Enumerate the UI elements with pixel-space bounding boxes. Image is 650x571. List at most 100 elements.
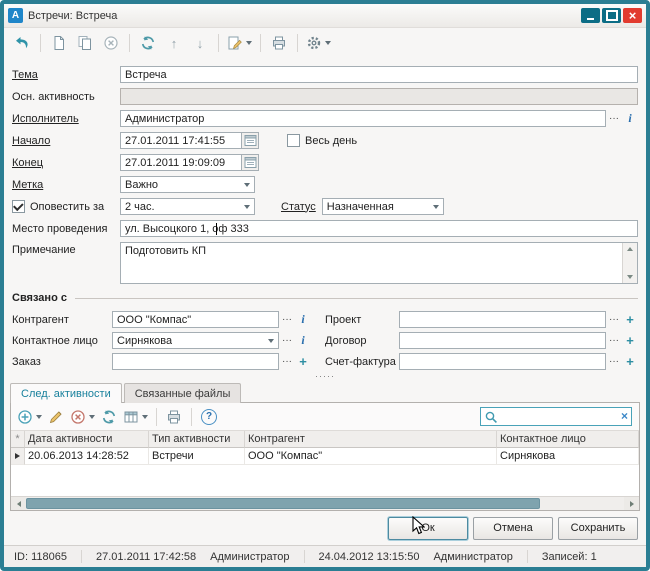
mark-select[interactable]: Важно <box>120 176 255 193</box>
copy-button[interactable] <box>73 31 97 55</box>
new-button[interactable] <box>47 31 71 55</box>
scrollbar-thumb[interactable] <box>26 498 540 509</box>
contact-lookup-button[interactable] <box>279 332 295 349</box>
scroll-right-icon[interactable] <box>624 497 639 510</box>
save-button[interactable]: Сохранить <box>558 517 638 540</box>
chevron-down-icon <box>36 415 42 419</box>
horizontal-scrollbar[interactable] <box>11 496 639 510</box>
close-button[interactable] <box>623 8 642 23</box>
records-count: Записей: 1 <box>542 551 597 563</box>
scrollbar-track[interactable] <box>26 497 624 510</box>
start-date-picker-button[interactable] <box>242 132 259 149</box>
columns-button[interactable] <box>122 406 149 428</box>
notify-label[interactable]: Оповестить за <box>30 201 104 213</box>
tab-bar: След. активности Связанные файлы <box>4 382 646 402</box>
note-scrollbar[interactable] <box>622 243 637 283</box>
column-header-contact[interactable]: Контактное лицо <box>497 431 639 448</box>
activities-panel: Дата активности Тип активности Контраген… <box>10 402 640 511</box>
contract-add-button[interactable] <box>622 332 638 349</box>
print-grid-button[interactable] <box>164 406 184 428</box>
scroll-left-icon[interactable] <box>11 497 26 510</box>
scroll-up-icon[interactable] <box>623 243 637 255</box>
contact-input[interactable]: Сирнякова <box>112 332 279 349</box>
project-add-button[interactable] <box>622 311 638 328</box>
modified-by: Администратор <box>433 551 512 563</box>
toolbar-separator <box>129 34 130 52</box>
delete-row-button[interactable] <box>69 406 96 428</box>
help-button[interactable] <box>199 406 219 428</box>
start-label[interactable]: Начало <box>12 135 120 147</box>
start-input[interactable]: 27.01.2011 17:41:55 <box>120 132 242 149</box>
project-input[interactable] <box>399 311 606 328</box>
notify-period-select[interactable]: 2 час. <box>120 198 255 215</box>
end-input[interactable]: 27.01.2011 19:09:09 <box>120 154 242 171</box>
counterparty-input[interactable]: ООО "Компас" <box>112 311 279 328</box>
refresh-button[interactable] <box>136 31 160 55</box>
executor-lookup-button[interactable] <box>606 110 622 127</box>
scroll-down-icon[interactable] <box>623 271 637 283</box>
contract-lookup-button[interactable] <box>606 332 622 349</box>
column-header-date[interactable]: Дата активности <box>25 431 149 448</box>
tab-related-files[interactable]: Связанные файлы <box>124 383 242 403</box>
counterparty-lookup-button[interactable] <box>279 311 295 328</box>
dialog-buttons: Ок Отмена Сохранить <box>4 511 646 545</box>
ok-button[interactable]: Ок <box>388 517 468 540</box>
clear-search-icon[interactable] <box>621 410 628 423</box>
topic-label[interactable]: Тема <box>12 69 120 81</box>
status-label[interactable]: Статус <box>281 201 316 213</box>
move-down-button[interactable] <box>188 31 212 55</box>
contact-info-button[interactable] <box>295 332 311 349</box>
add-button[interactable] <box>16 406 43 428</box>
cancel-button[interactable]: Отмена <box>473 517 553 540</box>
add-icon <box>17 409 33 425</box>
end-label[interactable]: Конец <box>12 157 120 169</box>
mark-label[interactable]: Метка <box>12 179 120 191</box>
end-date-picker-button[interactable] <box>242 154 259 171</box>
titlebar[interactable]: A Встречи: Встреча <box>4 4 646 28</box>
maximize-button[interactable] <box>602 8 621 23</box>
executor-label[interactable]: Исполнитель <box>12 113 120 125</box>
column-header-counterparty[interactable]: Контрагент <box>245 431 497 448</box>
invoice-lookup-button[interactable] <box>606 353 622 370</box>
toolbar-separator <box>40 34 41 52</box>
move-up-button[interactable] <box>162 31 186 55</box>
chevron-down-icon <box>433 205 439 209</box>
status-select[interactable]: Назначенная <box>322 198 444 215</box>
column-header-type[interactable]: Тип активности <box>149 431 245 448</box>
topic-input[interactable]: Встреча <box>120 66 638 83</box>
contract-input[interactable] <box>399 332 606 349</box>
location-input[interactable]: ул. Высоцкого 1, оф 333 <box>120 220 638 237</box>
invoice-input[interactable] <box>399 353 606 370</box>
pencil-icon <box>48 409 64 425</box>
project-lookup-button[interactable] <box>606 311 622 328</box>
executor-info-button[interactable] <box>622 110 638 127</box>
note-input[interactable]: Подготовить КП <box>120 242 638 284</box>
order-add-button[interactable] <box>295 353 311 370</box>
notify-checkbox[interactable] <box>12 200 25 213</box>
chevron-down-icon <box>244 205 250 209</box>
tab-next-activities[interactable]: След. активности <box>10 383 122 403</box>
print-button[interactable] <box>267 31 291 55</box>
search-input[interactable] <box>501 409 618 424</box>
undo-button[interactable] <box>10 31 34 55</box>
app-window: A Встречи: Встреча <box>0 0 650 571</box>
minimize-button[interactable] <box>581 8 600 23</box>
delete-button[interactable] <box>99 31 123 55</box>
executor-input[interactable]: Администратор <box>120 110 606 127</box>
settings-button[interactable] <box>304 31 333 55</box>
order-lookup-button[interactable] <box>279 353 295 370</box>
calendar-icon <box>244 156 257 169</box>
invoice-add-button[interactable] <box>622 353 638 370</box>
all-day-checkbox[interactable] <box>287 134 300 147</box>
all-day-label[interactable]: Весь день <box>305 135 357 147</box>
order-input[interactable] <box>112 353 279 370</box>
edit-row-button[interactable] <box>46 406 66 428</box>
chevron-down-icon <box>244 183 250 187</box>
splitter-handle[interactable]: ····· <box>4 374 646 382</box>
print-icon <box>166 409 182 425</box>
edit-button[interactable] <box>225 31 254 55</box>
table-row[interactable]: 20.06.2013 14:28:52 Встречи ООО "Компас"… <box>11 448 639 465</box>
chevron-down-icon <box>246 41 252 45</box>
counterparty-info-button[interactable] <box>295 311 311 328</box>
refresh-grid-button[interactable] <box>99 406 119 428</box>
